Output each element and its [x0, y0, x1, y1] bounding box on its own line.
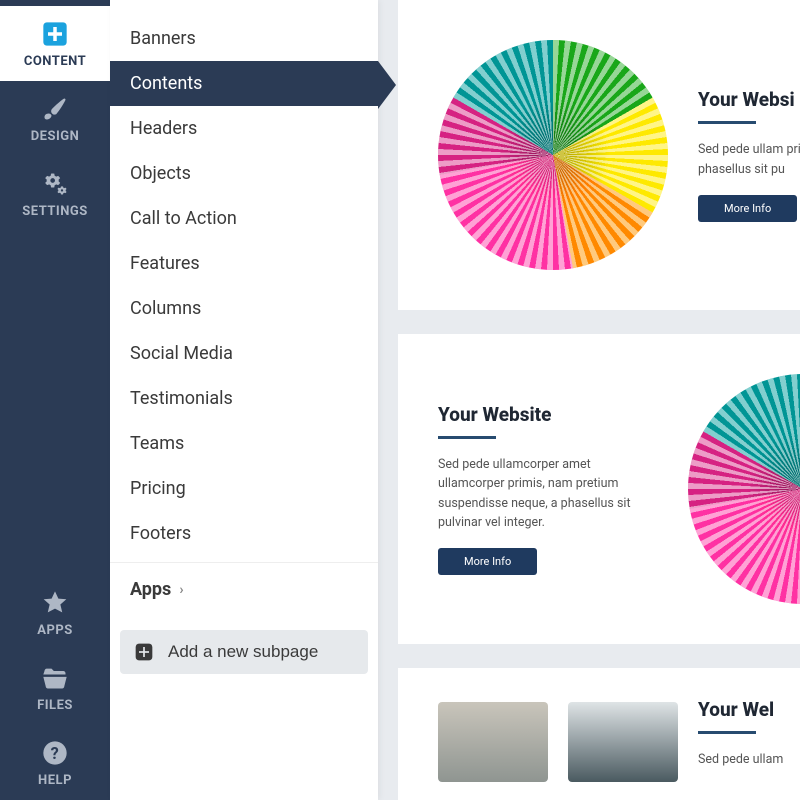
category-item-apps[interactable]: Apps ›: [110, 562, 378, 612]
star-icon: [41, 589, 69, 617]
preview-heading: Your Websi: [698, 88, 800, 111]
rail-label: SETTINGS: [22, 204, 88, 219]
gears-icon: [41, 170, 69, 198]
rail-item-settings[interactable]: SETTINGS: [0, 156, 110, 231]
template-card[interactable]: Your Website Sed pede ullamcorper amet u…: [398, 334, 800, 644]
template-card[interactable]: Your Websi Sed pede ullam primis, nam pr…: [398, 0, 800, 310]
preview-body: Sed pede ullam primis, nam pre phasellus…: [698, 140, 800, 179]
divider: [438, 436, 496, 439]
thumbnail-image: [438, 702, 548, 782]
category-item-call-to-action[interactable]: Call to Action: [110, 196, 378, 241]
template-card[interactable]: Your Wel Sed pede ullam: [398, 668, 800, 800]
category-item-features[interactable]: Features: [110, 241, 378, 286]
folder-icon: [41, 664, 69, 692]
rail-label: HELP: [38, 773, 72, 788]
category-item-headers[interactable]: Headers: [110, 106, 378, 151]
category-item-contents[interactable]: Contents: [110, 61, 378, 106]
category-item-testimonials[interactable]: Testimonials: [110, 376, 378, 421]
flower-image: [688, 374, 800, 604]
chevron-right-icon: ›: [179, 582, 183, 598]
category-item-footers[interactable]: Footers: [110, 511, 378, 556]
category-item-pricing[interactable]: Pricing: [110, 466, 378, 511]
preview-heading: Your Website: [438, 403, 658, 426]
category-apps-label: Apps: [130, 579, 171, 600]
more-info-button[interactable]: More Info: [698, 195, 797, 222]
template-preview-stage: Your Websi Sed pede ullam primis, nam pr…: [378, 0, 800, 800]
svg-text:?: ?: [51, 744, 60, 763]
category-item-columns[interactable]: Columns: [110, 286, 378, 331]
category-list: Banners Contents Headers Objects Call to…: [110, 0, 378, 612]
rail-label: CONTENT: [24, 54, 86, 69]
plus-square-icon: [134, 642, 154, 662]
category-item-objects[interactable]: Objects: [110, 151, 378, 196]
add-subpage-button[interactable]: Add a new subpage: [120, 630, 368, 674]
plus-icon: [41, 20, 69, 48]
category-item-social-media[interactable]: Social Media: [110, 331, 378, 376]
rail-item-files[interactable]: FILES: [0, 650, 110, 725]
brush-icon: [41, 95, 69, 123]
add-subpage-label: Add a new subpage: [168, 642, 318, 662]
rail-item-help[interactable]: ? HELP: [0, 725, 110, 800]
divider: [698, 121, 756, 124]
rail-item-apps[interactable]: APPS: [0, 575, 110, 650]
rail-item-design[interactable]: DESIGN: [0, 81, 110, 156]
category-item-banners[interactable]: Banners: [110, 16, 378, 61]
preview-heading: Your Wel: [698, 698, 800, 721]
flower-image: [438, 40, 668, 270]
more-info-button[interactable]: More Info: [438, 548, 537, 575]
preview-body: Sed pede ullamcorper amet ullamcorper pr…: [438, 455, 658, 533]
rail-item-content[interactable]: CONTENT: [0, 6, 110, 81]
rail-label: APPS: [37, 623, 73, 638]
category-panel: Banners Contents Headers Objects Call to…: [110, 0, 378, 800]
rail-label: FILES: [37, 698, 73, 713]
main-nav-rail: CONTENT DESIGN SETTINGS APPS FILES ? HEL…: [0, 0, 110, 800]
thumbnail-image: [568, 702, 678, 782]
divider: [698, 731, 756, 734]
preview-body: Sed pede ullam: [698, 750, 800, 769]
category-item-teams[interactable]: Teams: [110, 421, 378, 466]
help-icon: ?: [41, 739, 69, 767]
rail-label: DESIGN: [31, 129, 80, 144]
